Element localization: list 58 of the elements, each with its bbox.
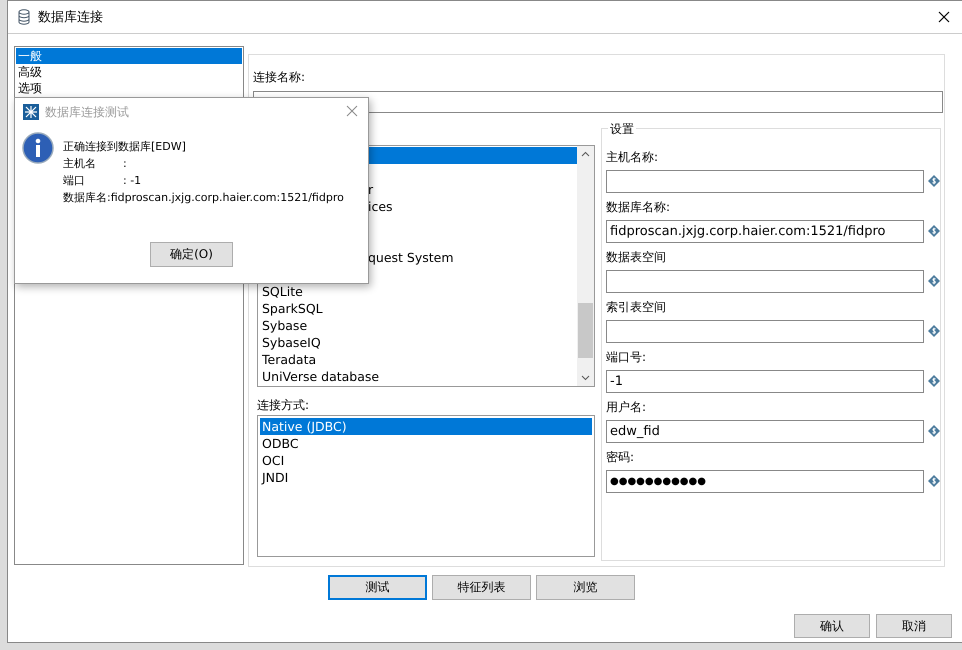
message-value: : -1 [123, 173, 142, 189]
category-item[interactable]: 一般 [16, 48, 242, 64]
message-label: 主机名 [63, 156, 97, 172]
input-field[interactable]: ●●●●●●●●●●● [606, 470, 924, 492]
list-item[interactable]: SparkSQL [260, 300, 577, 317]
list-item[interactable]: OCI [260, 452, 592, 469]
database-icon [18, 9, 30, 25]
field-label: 主机名称: [606, 149, 660, 166]
scrollbar[interactable] [577, 146, 594, 386]
scroll-thumb[interactable] [578, 303, 593, 358]
field-label: 连接方式: [257, 397, 310, 414]
dialog-button[interactable]: 特征列表 [432, 575, 531, 600]
variable-icon[interactable] [928, 375, 940, 387]
list-item[interactable]: SQLite [260, 283, 577, 300]
field-label: 密码: [606, 449, 636, 466]
dialog-button[interactable]: 确认 [794, 614, 870, 638]
dialog-button[interactable]: 浏览 [536, 575, 635, 600]
close-icon [938, 11, 950, 23]
input-field[interactable]: -1 [606, 370, 924, 392]
list-item[interactable]: Native (JDBC) [260, 418, 592, 435]
category-item[interactable]: 选项 [16, 80, 242, 96]
field-label: 用户名: [606, 399, 648, 416]
variable-icon[interactable] [928, 475, 940, 487]
ok-button[interactable]: 确定(O) [150, 242, 233, 267]
input-field[interactable] [606, 270, 924, 292]
list-item[interactable]: JNDI [260, 469, 592, 486]
dialog-button[interactable]: 取消 [876, 614, 952, 638]
variable-icon[interactable] [928, 175, 940, 187]
list-item[interactable]: Teradata [260, 351, 577, 368]
input-field[interactable] [606, 320, 924, 342]
dialog-title: 数据库连接测试 [45, 104, 129, 120]
app-icon [23, 104, 39, 120]
list-item[interactable]: Sybase [260, 317, 577, 334]
message-value: : [123, 156, 127, 172]
list-item[interactable]: SybaseIQ [260, 334, 577, 351]
close-icon [346, 104, 358, 116]
field-label: 数据库名称: [606, 199, 672, 216]
field-label: 连接名称: [253, 69, 306, 86]
field-label: 索引表空间 [606, 299, 667, 316]
variable-icon[interactable] [928, 225, 940, 237]
connection-name-field[interactable] [253, 91, 943, 113]
input-field[interactable] [606, 170, 924, 192]
field-label: 端口号: [606, 349, 648, 366]
list-item[interactable]: UniVerse database [260, 368, 577, 385]
message-label: 端口 [63, 173, 86, 189]
info-icon [22, 132, 54, 164]
dialog-button[interactable]: 测试 [328, 575, 427, 600]
message-text: 正确连接到数据库[EDW] [63, 139, 186, 155]
variable-icon[interactable] [928, 425, 940, 437]
list-item[interactable]: ODBC [260, 435, 592, 452]
category-item[interactable]: 高级 [16, 64, 242, 80]
input-field[interactable]: edw_fid [606, 420, 924, 442]
variable-icon[interactable] [928, 325, 940, 337]
variable-icon[interactable] [928, 275, 940, 287]
input-field[interactable]: fidproscan.jxjg.corp.haier.com:1521/fidpro [606, 220, 924, 242]
window-title: 数据库连接 [38, 9, 103, 26]
field-label: 数据表空间 [606, 249, 667, 266]
message-text: 数据库名:fidproscan.jxjg.corp.haier.com:1521/fidpro [63, 190, 344, 206]
